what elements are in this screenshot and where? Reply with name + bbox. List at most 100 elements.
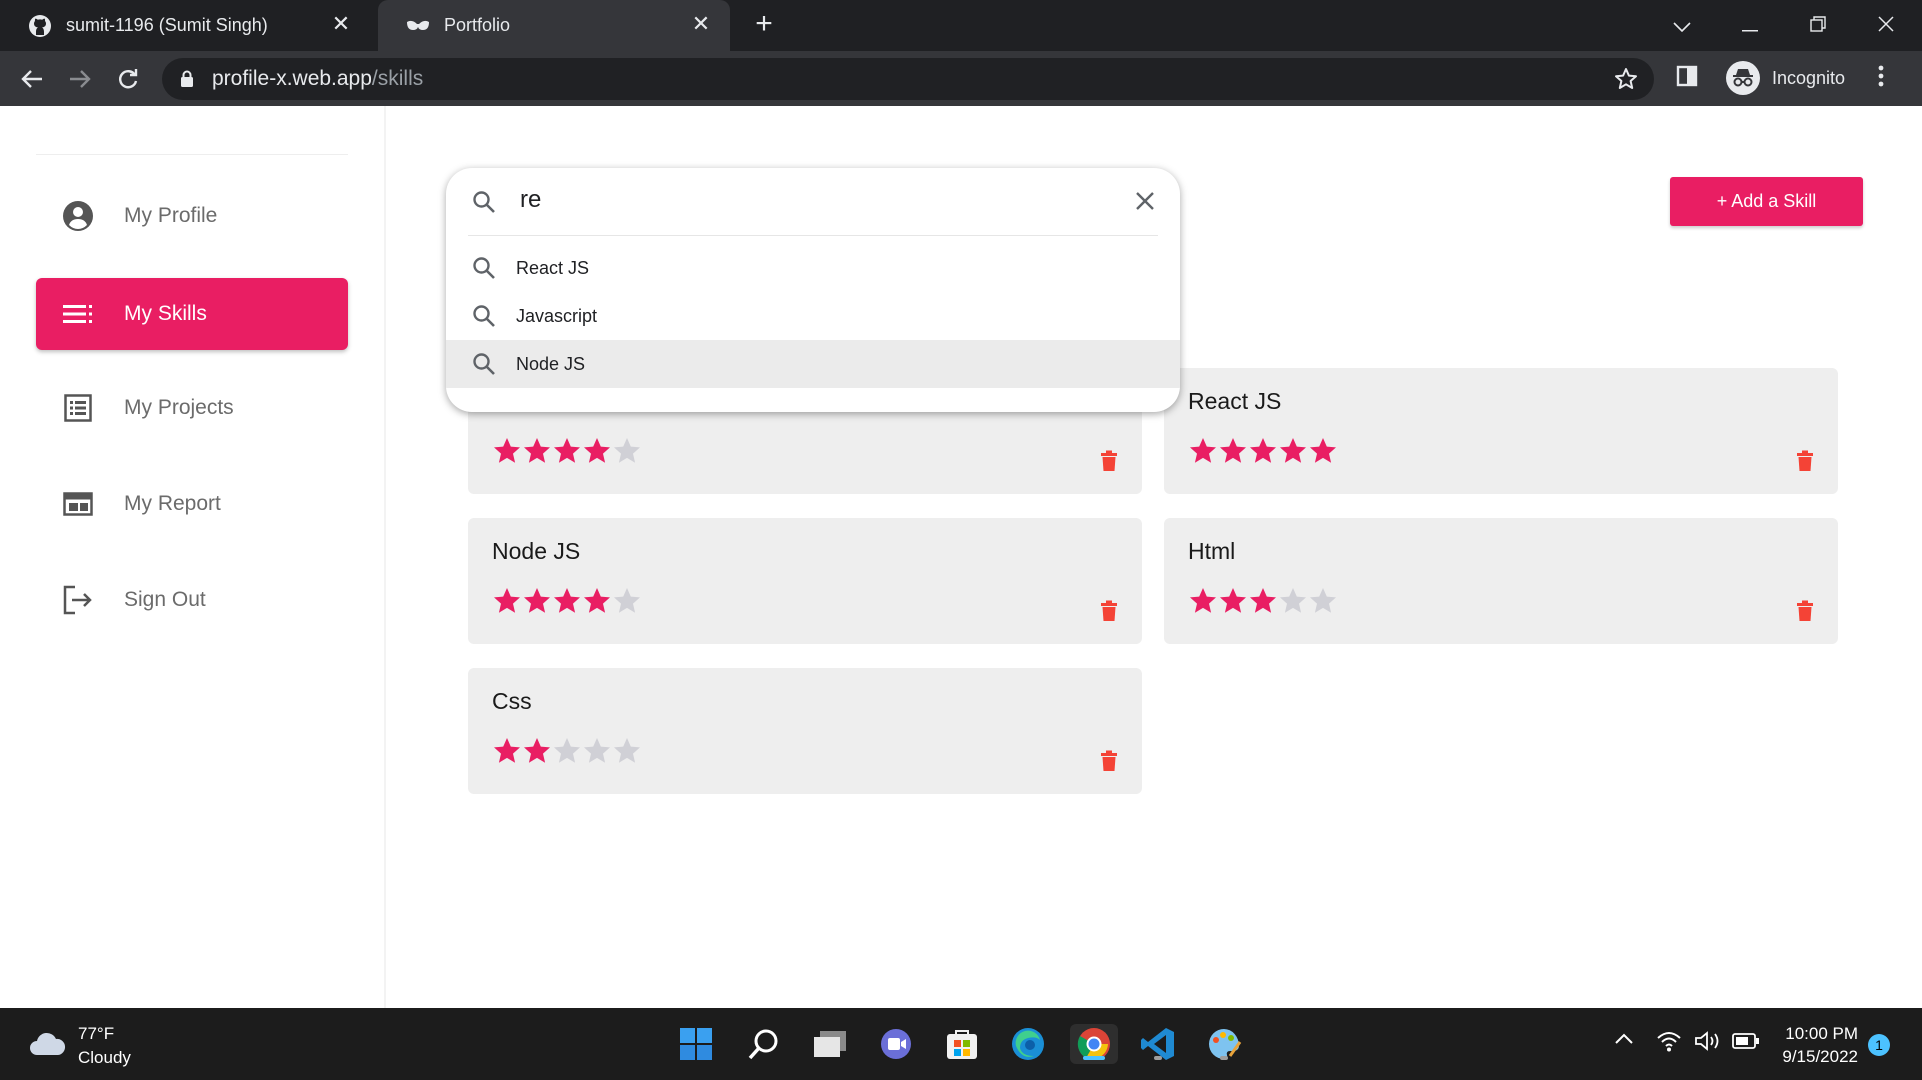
minimize-icon[interactable]	[1730, 8, 1770, 42]
lock-icon	[180, 70, 194, 93]
task-view-icon[interactable]	[810, 1024, 850, 1064]
forward-arrow-icon[interactable]	[62, 61, 98, 97]
add-skill-button[interactable]: + Add a Skill	[1670, 177, 1863, 226]
chevron-up-icon[interactable]	[1614, 1032, 1634, 1050]
start-icon[interactable]	[676, 1024, 716, 1064]
sidebar-item-sign-out[interactable]: Sign Out	[36, 564, 348, 636]
sidebar-item-label: My Report	[124, 492, 221, 515]
sidebar-item-my-projects[interactable]: My Projects	[36, 372, 348, 444]
restore-icon[interactable]	[1798, 8, 1838, 42]
tab-github[interactable]: sumit-1196 (Sumit Singh) ✕	[0, 0, 370, 51]
skill-card: Html	[1164, 518, 1838, 644]
incognito-icon	[1726, 61, 1760, 95]
star-empty-icon[interactable]	[612, 436, 642, 466]
star-filled-icon[interactable]	[1308, 436, 1338, 466]
address-bar[interactable]: profile-x.web.app/skills	[162, 58, 1654, 100]
store-icon[interactable]	[942, 1024, 982, 1064]
skill-name: Html	[1188, 538, 1236, 564]
suggestion-item-selected[interactable]: Node JS	[446, 340, 1180, 388]
delete-icon[interactable]	[1796, 600, 1814, 622]
delete-icon[interactable]	[1100, 600, 1118, 622]
back-arrow-icon[interactable]	[14, 61, 50, 97]
star-empty-icon[interactable]	[612, 736, 642, 766]
rating-stars[interactable]	[492, 736, 642, 766]
sidebar-item-label: My Profile	[124, 204, 218, 227]
notification-badge[interactable]: 1	[1868, 1034, 1890, 1056]
suggestion-label: Node JS	[516, 353, 586, 374]
star-filled-icon[interactable]	[522, 436, 552, 466]
star-filled-icon[interactable]	[552, 436, 582, 466]
sidebar-item-my-skills[interactable]: My Skills	[36, 278, 348, 350]
star-filled-icon[interactable]	[492, 736, 522, 766]
tab-close-icon[interactable]: ✕	[690, 13, 712, 35]
star-empty-icon[interactable]	[1278, 586, 1308, 616]
incognito-badge[interactable]: Incognito	[1722, 57, 1861, 99]
rating-stars[interactable]	[1188, 586, 1338, 616]
rating-stars[interactable]	[492, 586, 642, 616]
suggestion-item[interactable]: Javascript	[446, 292, 1180, 340]
reload-icon[interactable]	[110, 61, 146, 97]
star-empty-icon[interactable]	[552, 736, 582, 766]
sidebar-divider	[36, 154, 348, 155]
search-icon[interactable]	[744, 1024, 784, 1064]
star-filled-icon[interactable]	[522, 586, 552, 616]
skill-card: Css	[468, 668, 1142, 794]
star-filled-icon[interactable]	[1188, 586, 1218, 616]
bookmark-star-icon[interactable]	[1614, 67, 1638, 96]
search-input[interactable]	[520, 182, 1080, 218]
star-filled-icon[interactable]	[582, 586, 612, 616]
rating-stars[interactable]	[1188, 436, 1338, 466]
wifi-icon[interactable]	[1656, 1030, 1682, 1057]
weather-temp: 77°F	[78, 1024, 115, 1043]
running-app-indicator	[1220, 1056, 1228, 1060]
star-filled-icon[interactable]	[552, 586, 582, 616]
star-filled-icon[interactable]	[492, 436, 522, 466]
star-filled-icon[interactable]	[582, 436, 612, 466]
delete-icon[interactable]	[1100, 450, 1118, 472]
tab-portfolio[interactable]: Portfolio ✕	[378, 0, 730, 51]
paint-icon[interactable]	[1204, 1024, 1244, 1064]
star-filled-icon[interactable]	[1278, 436, 1308, 466]
browser-toolbar: profile-x.web.app/skills Incognito	[0, 51, 1922, 106]
star-filled-icon[interactable]	[1248, 586, 1278, 616]
url-host: profile-x.web.app	[212, 67, 372, 90]
edge-icon[interactable]	[1008, 1024, 1048, 1064]
battery-icon[interactable]	[1732, 1033, 1760, 1054]
mask-icon	[406, 14, 430, 38]
new-tab-button[interactable]: +	[748, 9, 780, 41]
star-filled-icon[interactable]	[1218, 586, 1248, 616]
side-panel-icon[interactable]	[1676, 65, 1698, 92]
skill-name: React JS	[1188, 388, 1282, 414]
star-filled-icon[interactable]	[522, 736, 552, 766]
star-filled-icon[interactable]	[492, 586, 522, 616]
sign-out-icon	[62, 584, 94, 616]
star-empty-icon[interactable]	[582, 736, 612, 766]
sidebar-item-my-report[interactable]: My Report	[36, 468, 348, 540]
weather-widget[interactable]: 77°F Cloudy	[28, 1022, 131, 1070]
report-icon	[62, 488, 94, 520]
vscode-icon[interactable]	[1138, 1024, 1178, 1064]
star-empty-icon[interactable]	[1308, 586, 1338, 616]
suggestion-label: React JS	[516, 257, 590, 278]
chrome-icon[interactable]	[1070, 1024, 1118, 1064]
suggestion-item[interactable]: React JS	[446, 244, 1180, 292]
rating-stars[interactable]	[492, 436, 642, 466]
tab-close-icon[interactable]: ✕	[330, 13, 352, 35]
search-icon	[473, 257, 495, 279]
chat-icon[interactable]	[876, 1024, 916, 1064]
volume-icon[interactable]	[1694, 1030, 1722, 1057]
star-filled-icon[interactable]	[1248, 436, 1278, 466]
delete-icon[interactable]	[1100, 750, 1118, 772]
star-empty-icon[interactable]	[612, 586, 642, 616]
close-icon[interactable]	[1136, 192, 1154, 215]
url-text: profile-x.web.app/skills	[212, 67, 423, 91]
sidebar-item-my-profile[interactable]: My Profile	[36, 180, 348, 252]
close-window-icon[interactable]	[1866, 8, 1906, 42]
sidebar-item-label: My Projects	[124, 396, 234, 419]
star-filled-icon[interactable]	[1218, 436, 1248, 466]
star-filled-icon[interactable]	[1188, 436, 1218, 466]
more-vert-icon[interactable]	[1878, 65, 1884, 92]
delete-icon[interactable]	[1796, 450, 1814, 472]
tab-search-chevron-icon[interactable]	[1662, 8, 1702, 42]
system-clock[interactable]: 10:00 PM 9/15/2022	[1774, 1022, 1858, 1068]
